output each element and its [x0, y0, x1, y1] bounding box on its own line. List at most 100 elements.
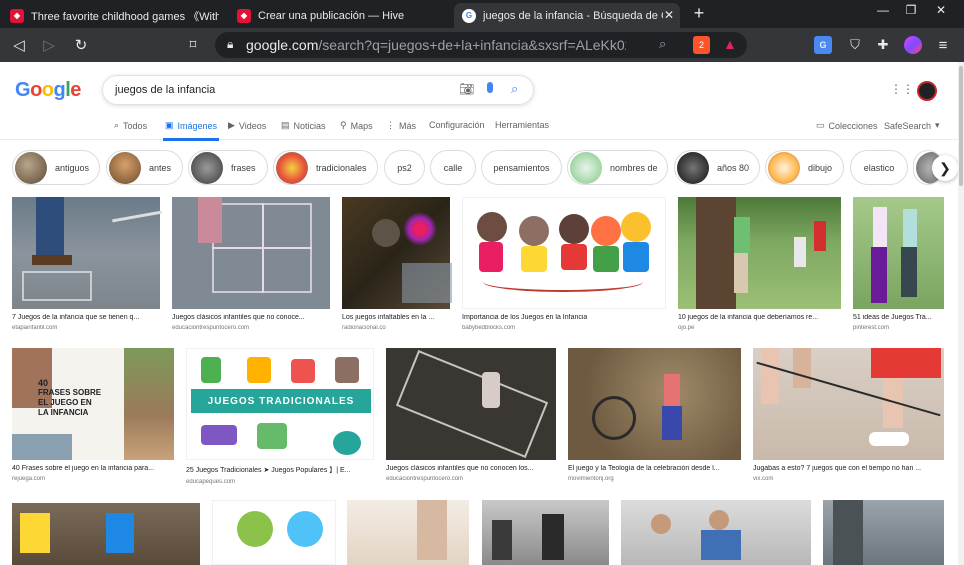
tab-noticias[interactable]: ▤ Noticias: [281, 120, 326, 131]
result-image[interactable]: [462, 197, 666, 309]
result-image[interactable]: [172, 197, 330, 309]
result-caption[interactable]: El juego y la Teología de la celebración…: [568, 465, 741, 472]
image-result[interactable]: [212, 500, 336, 565]
bookmark-icon[interactable]: ⌑: [184, 36, 202, 54]
image-result[interactable]: 51 ideas de Juegos Tra... pinterest.com: [853, 197, 944, 331]
result-image[interactable]: [568, 348, 741, 460]
image-result[interactable]: 7 Juegos de la infancia que se tienen q.…: [12, 197, 162, 331]
back-icon[interactable]: ◁: [10, 36, 28, 54]
result-caption[interactable]: Importancia de los Juegos en la Infancia: [462, 314, 666, 321]
brave-rewards-icon[interactable]: ▲: [723, 36, 737, 52]
result-image[interactable]: [621, 500, 811, 565]
result-image[interactable]: [386, 348, 556, 460]
brave-shields-icon[interactable]: 2: [693, 36, 710, 54]
result-image[interactable]: [678, 197, 841, 309]
result-image[interactable]: [853, 197, 944, 309]
tab-mas[interactable]: ⋮ Más: [386, 120, 416, 131]
image-result[interactable]: Importancia de los Juegos en la Infancia…: [462, 197, 666, 331]
result-caption[interactable]: 40 Frases sobre el juego en la infancia …: [12, 465, 174, 472]
account-avatar[interactable]: [917, 81, 937, 101]
search-input[interactable]: juegos de la infancia: [115, 84, 215, 96]
result-image[interactable]: [482, 500, 609, 565]
chip-dibujo[interactable]: dibujo: [765, 150, 844, 185]
chip-ps2[interactable]: ps2: [384, 150, 425, 185]
translate-extension-icon[interactable]: G: [814, 36, 832, 54]
new-tab-button[interactable]: +: [684, 3, 714, 23]
page-scrollbar[interactable]: [958, 62, 964, 565]
chip-antiguos[interactable]: antiguos: [12, 150, 100, 185]
chip-calle[interactable]: calle: [430, 150, 476, 185]
puzzle-extensions-icon[interactable]: ✚: [874, 36, 892, 54]
browser-tab-active[interactable]: G juegos de la infancia - Búsqueda de G …: [454, 3, 680, 28]
restore-icon[interactable]: ❐: [896, 0, 926, 20]
search-icon: ⌕: [114, 120, 120, 130]
google-logo[interactable]: Google: [15, 79, 81, 102]
zoom-search-icon[interactable]: ⌕: [659, 36, 666, 52]
image-result[interactable]: Juegos clásicos infantiles que no conoce…: [386, 348, 556, 482]
chevron-right-icon[interactable]: ❯: [932, 155, 958, 181]
result-caption[interactable]: 25 Juegos Tradicionales ➤ Juegos Popular…: [186, 465, 374, 475]
profile-avatar-icon[interactable]: [904, 36, 922, 54]
image-result[interactable]: 40 FRASES SOBRE EL JUEGO EN LA INFANCIA …: [12, 348, 174, 482]
address-bar[interactable]: 🔒︎ google.com/search?q=juegos+de+la+infa…: [215, 32, 747, 58]
tab-videos[interactable]: ▶ Videos: [228, 120, 266, 131]
tab-maps[interactable]: ⚲ Maps: [340, 120, 373, 131]
image-result[interactable]: [621, 500, 811, 565]
minimize-icon[interactable]: —: [868, 0, 898, 20]
result-caption[interactable]: 7 Juegos de la infancia que se tienen q.…: [12, 314, 160, 321]
result-image[interactable]: [342, 197, 452, 309]
image-result[interactable]: El juego y la Teología de la celebración…: [568, 348, 741, 482]
browser-tab[interactable]: ◆ Crear una publicación — Hive: [229, 3, 451, 28]
shield-extension-icon[interactable]: ⛉: [846, 36, 864, 54]
image-result[interactable]: 10 juegos de la infancia que deberíamos …: [678, 197, 841, 331]
url-text[interactable]: google.com/search?q=juegos+de+la+infanci…: [246, 37, 626, 53]
result-image[interactable]: [212, 500, 336, 565]
image-result[interactable]: [482, 500, 609, 565]
chip-elastico[interactable]: elastico: [850, 150, 908, 185]
forward-icon[interactable]: ▷: [40, 36, 58, 54]
microphone-icon[interactable]: [487, 82, 493, 93]
browser-tab[interactable]: ◆ Three favorite childhood games 《Withou: [2, 3, 227, 28]
image-result[interactable]: [823, 500, 944, 565]
tab-imagenes[interactable]: ▣ Imágenes: [165, 120, 217, 131]
chip-frases[interactable]: frases: [188, 150, 268, 185]
result-image[interactable]: [12, 197, 162, 309]
tab-configuracion[interactable]: Configuración: [429, 120, 485, 130]
chip-antes[interactable]: antes: [106, 150, 183, 185]
image-result[interactable]: JUEGOS TRADICIONALES 25 Juegos Tradicion…: [186, 348, 374, 485]
scrollbar-thumb[interactable]: [959, 66, 963, 186]
chip-pensamientos[interactable]: pensamientos: [481, 150, 562, 185]
close-tab-icon[interactable]: ✕: [664, 8, 674, 22]
result-caption[interactable]: Los juegos infaltables en la ...: [342, 314, 450, 321]
result-caption[interactable]: Juegos clásicos infantiles que no conoce…: [386, 465, 556, 472]
browser-menu-icon[interactable]: ≡: [934, 36, 952, 54]
search-box[interactable]: juegos de la infancia 📷︎ ⌕: [102, 75, 534, 105]
result-caption[interactable]: Juegos clásicos infantiles que no conoce…: [172, 314, 330, 321]
camera-icon[interactable]: 📷︎: [459, 82, 474, 96]
tab-todos[interactable]: ⌕ Todos: [114, 120, 147, 131]
result-image[interactable]: [347, 500, 469, 565]
reload-icon[interactable]: ↻: [72, 36, 90, 54]
safesearch-dropdown[interactable]: SafeSearch ▾: [884, 120, 940, 131]
result-image[interactable]: [753, 348, 944, 460]
image-result[interactable]: Juegos clásicos infantiles que no conoce…: [172, 197, 330, 331]
chip-tradicionales[interactable]: tradicionales: [273, 150, 378, 185]
close-window-icon[interactable]: ✕: [926, 0, 956, 20]
result-caption[interactable]: 10 juegos de la infancia que deberíamos …: [678, 314, 841, 321]
apps-grid-icon[interactable]: ⋮⋮: [890, 82, 914, 96]
collections-link[interactable]: ▭ Colecciones: [816, 120, 878, 131]
chip-nombres-de[interactable]: nombres de: [567, 150, 668, 185]
image-result[interactable]: [12, 503, 200, 565]
search-icon[interactable]: ⌕: [511, 81, 518, 97]
image-result[interactable]: Jugabas a esto? 7 juegos que con el tiem…: [753, 348, 944, 482]
tab-herramientas[interactable]: Herramientas: [495, 120, 549, 130]
chip-anos-80[interactable]: años 80: [674, 150, 760, 185]
result-image[interactable]: [12, 503, 200, 565]
image-result[interactable]: Los juegos infaltables en la ... radiona…: [342, 197, 452, 331]
result-image[interactable]: [823, 500, 944, 565]
image-result[interactable]: [347, 500, 469, 565]
result-caption[interactable]: Jugabas a esto? 7 juegos que con el tiem…: [753, 465, 944, 472]
result-image[interactable]: JUEGOS TRADICIONALES: [186, 348, 374, 460]
result-caption[interactable]: 51 ideas de Juegos Tra...: [853, 314, 944, 321]
result-image[interactable]: 40 FRASES SOBRE EL JUEGO EN LA INFANCIA: [12, 348, 174, 460]
